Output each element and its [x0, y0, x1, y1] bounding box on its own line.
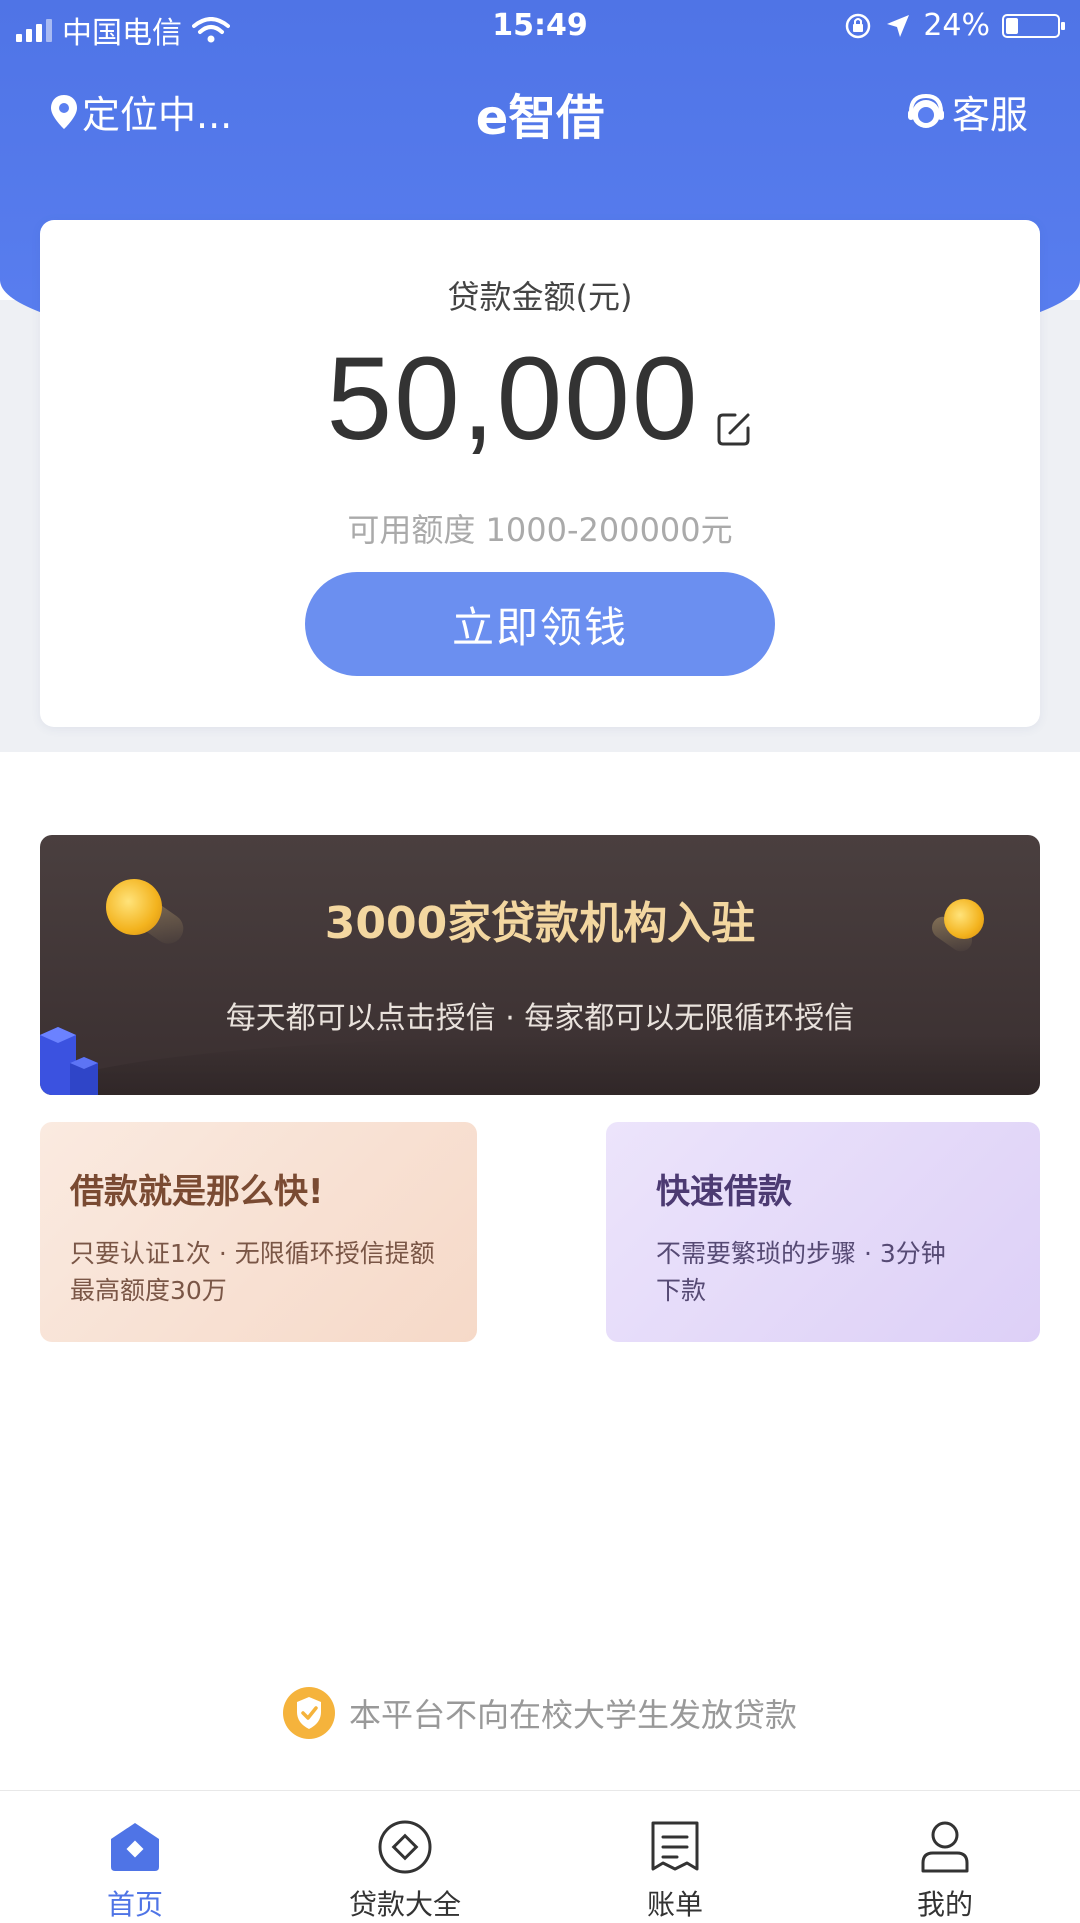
- customer-service-label: 客服: [951, 93, 1028, 137]
- quick-loan-desc-line2: 下款: [656, 1276, 707, 1305]
- loan-card: 贷款金额(元) 50,000 可用额度 1000-200000元 立即领钱: [40, 220, 1040, 727]
- home-icon: [111, 1823, 159, 1871]
- fast-loan-title: 借款就是那么快!: [70, 1172, 324, 1212]
- customer-service-button[interactable]: 客服: [906, 84, 1028, 139]
- quick-loan-card[interactable]: 快速借款 不需要繁琐的步骤 · 3分钟 下款: [606, 1122, 1040, 1342]
- institutions-banner[interactable]: 3000家贷款机构入驻 每天都可以点击授信 · 每家都可以无限循环授信: [40, 835, 1040, 1095]
- banner-subtitle: 每天都可以点击授信 · 每家都可以无限循环授信: [225, 1001, 855, 1036]
- bill-icon: [651, 1821, 699, 1871]
- fast-loan-desc-line1: 只要认证1次 · 无限循环授信提额: [70, 1239, 435, 1268]
- headset-icon: [907, 93, 944, 128]
- user-icon: [921, 1821, 969, 1873]
- notice-text: 本平台不向在校大学生发放贷款: [348, 1696, 797, 1734]
- fast-loan-card[interactable]: 借款就是那么快! 只要认证1次 · 无限循环授信提额 最高额度30万: [40, 1122, 477, 1342]
- tab-home-label: 首页: [106, 1888, 163, 1921]
- quick-loan-title: 快速借款: [656, 1172, 792, 1212]
- tab-home[interactable]: 首页: [35, 1819, 235, 1923]
- tab-loan-list-label: 贷款大全: [348, 1888, 461, 1921]
- tab-bar: 首页 贷款大全 账单 我的: [0, 1790, 1080, 1921]
- status-bar: 中国电信 15:49 24%: [0, 0, 1080, 55]
- rotation-lock-icon: [846, 13, 871, 38]
- get-money-button[interactable]: 立即领钱: [305, 572, 775, 676]
- edit-icon[interactable]: [715, 410, 753, 448]
- loan-list-icon: [378, 1820, 432, 1874]
- tab-mine-label: 我的: [916, 1888, 973, 1921]
- nav-bar: 定位中... e智借 客服: [0, 70, 1080, 150]
- battery-icon: [1002, 13, 1065, 38]
- fast-loan-desc-line2: 最高额度30万: [70, 1276, 227, 1305]
- battery-percent: 24%: [923, 8, 990, 43]
- shield-check-icon: [282, 1687, 335, 1739]
- tab-bill-label: 账单: [646, 1888, 703, 1921]
- banner-wave: [40, 1035, 1040, 1095]
- banner-title: 3000家贷款机构入驻: [324, 898, 756, 949]
- tab-mine[interactable]: 我的: [845, 1819, 1045, 1923]
- location-arrow-icon: [887, 14, 910, 37]
- quick-loan-desc-line1: 不需要繁琐的步骤 · 3分钟: [656, 1239, 946, 1268]
- tab-loan-list[interactable]: 贷款大全: [305, 1819, 505, 1923]
- loan-amount-label: 贷款金额(元): [447, 278, 633, 316]
- loan-amount-value[interactable]: 50,000: [327, 340, 700, 458]
- student-notice: 本平台不向在校大学生发放贷款: [0, 1687, 1080, 1739]
- available-range: 可用额度 1000-200000元: [347, 511, 733, 549]
- tab-bill[interactable]: 账单: [575, 1819, 775, 1923]
